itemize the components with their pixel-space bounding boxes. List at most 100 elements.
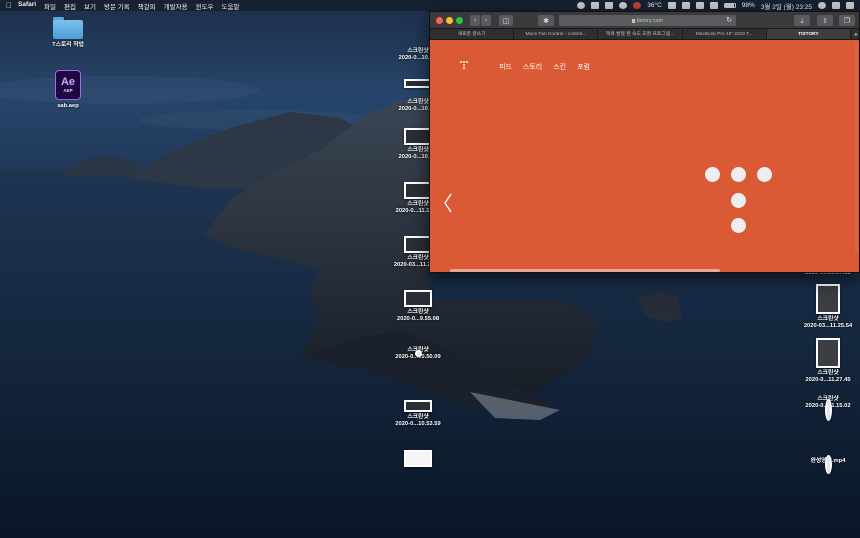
- screenshot-thumbnail: [816, 338, 840, 368]
- menu-items: Safari 파일 편집 보기 방문 기록 책갈피 개발자용 윈도우 도움말: [18, 1, 240, 11]
- share-icon: ⇧: [822, 17, 828, 25]
- screen-icon[interactable]: [591, 2, 600, 9]
- site-nav: 피드 스토리 스킨 포럼: [499, 62, 590, 72]
- menu-help[interactable]: 도움말: [222, 1, 240, 11]
- tab-new-post[interactable]: 새로운 글쓰기: [430, 29, 515, 39]
- menu-app-name[interactable]: Safari: [18, 1, 36, 11]
- desktop-icon-label: 2020-0...10.53.59: [395, 421, 441, 427]
- tab-macs-fan-control[interactable]: Macs Fan Control - control...: [514, 29, 599, 39]
- desktop-icon-label: 2020-03...11.25.54: [803, 323, 853, 329]
- desktop-icon-label: 스크린샷: [407, 147, 429, 153]
- bluetooth-icon[interactable]: [681, 2, 690, 9]
- safari-window: ‹ › ◫ ✱ tistory.com ↻ ⇣ ⇧ ❐ 새로운 글쓰기 Macs…: [429, 11, 860, 273]
- tab-overview-button[interactable]: ❐: [839, 15, 855, 26]
- safari-toolbar: ‹ › ◫ ✱ tistory.com ↻ ⇣ ⇧ ❐: [430, 12, 859, 29]
- desktop-icon-label: 스크린샷: [407, 309, 429, 315]
- desktop-video-file[interactable]: 완성영상.mp4: [796, 450, 860, 474]
- screenshot-thumbnail: [404, 182, 432, 199]
- forward-button[interactable]: ›: [481, 15, 491, 26]
- menu-history[interactable]: 방문 기록: [104, 1, 130, 11]
- desktop-icon-label: 스크린샷: [817, 370, 839, 376]
- fan-control-icon[interactable]: [633, 2, 642, 9]
- screenshot-thumbnail: [404, 400, 432, 412]
- clock[interactable]: 3월 2일 (월) 23:25: [761, 1, 812, 11]
- tab-fan-speed-program[interactable]: 맥북 발열 팬 속도 조절 프로그램...: [598, 29, 683, 39]
- logo-dot: [731, 167, 746, 182]
- extension-button[interactable]: ✱: [538, 15, 554, 26]
- siri-icon[interactable]: [832, 2, 840, 9]
- logo-dot: [757, 167, 772, 182]
- display-icon[interactable]: [667, 2, 676, 9]
- new-tab-button[interactable]: +: [851, 29, 859, 39]
- desktop-icon-label: T스토리 작업: [52, 42, 84, 48]
- screenshot-thumbnail: [404, 79, 432, 88]
- status-area: 36°C 98% 3월 2일 (월) 23:25: [577, 0, 854, 11]
- folder-icon: [53, 17, 83, 39]
- temperature-readout[interactable]: 36°C: [647, 2, 662, 9]
- address-bar[interactable]: tistory.com ↻: [559, 15, 736, 26]
- extension-icon: ✱: [543, 17, 549, 25]
- share-button[interactable]: ⇧: [817, 15, 833, 26]
- desktop-folder-tistory[interactable]: T스토리 작업: [36, 17, 100, 49]
- screenshot-thumbnail: [404, 128, 432, 145]
- screenshot-thumbnail: [824, 399, 832, 421]
- tab-tistory[interactable]: TISTORY: [766, 29, 852, 39]
- menu-bookmarks[interactable]: 책갈피: [138, 1, 156, 11]
- nav-forum[interactable]: 포럼: [577, 62, 590, 72]
- volume-icon[interactable]: [619, 2, 628, 9]
- screenshot-thumbnail: [404, 290, 432, 307]
- wifi-icon[interactable]: [605, 2, 614, 9]
- battery-percent[interactable]: 98%: [742, 2, 755, 9]
- notification-center-icon[interactable]: [846, 2, 854, 9]
- video-thumbnail: [824, 455, 832, 474]
- back-button[interactable]: ‹: [470, 15, 480, 26]
- plus-icon: +: [853, 30, 859, 39]
- battery-icon[interactable]: [723, 3, 736, 8]
- vertical-scrollbar[interactable]: [855, 42, 858, 252]
- tabs-icon: ❐: [843, 17, 851, 25]
- desktop-icon-label: 스크린샷: [407, 99, 429, 105]
- close-window-button[interactable]: [436, 17, 443, 24]
- menu-window[interactable]: 윈도우: [196, 1, 214, 11]
- nav-story[interactable]: 스토리: [523, 62, 542, 72]
- input-source-icon[interactable]: [695, 2, 704, 9]
- menu-develop[interactable]: 개발자용: [164, 1, 188, 11]
- desktop-screenshot[interactable]: 스크린샷 2020-0...11.15.02: [796, 394, 860, 421]
- screenshot-thumbnail: [414, 350, 422, 357]
- tistory-logo-icon[interactable]: [460, 61, 468, 71]
- chevron-left-icon[interactable]: [443, 193, 453, 213]
- sidebar-button[interactable]: ◫: [499, 15, 513, 26]
- desktop-screenshot[interactable]: [386, 450, 450, 469]
- status-icon[interactable]: [577, 2, 586, 9]
- screenshot-thumbnail: [816, 284, 840, 314]
- chevron-right-icon: ›: [484, 17, 488, 24]
- menu-edit[interactable]: 편집: [64, 1, 76, 11]
- logo-dot: [705, 167, 720, 182]
- desktop-icon-label: 스크린샷: [817, 316, 839, 322]
- keyboard-icon[interactable]: [709, 2, 718, 9]
- horizontal-scrollbar[interactable]: [450, 269, 720, 272]
- desktop-icon-label: 2020-0...11.27.45: [805, 377, 851, 383]
- sidebar-icon: ◫: [502, 17, 510, 25]
- reload-icon[interactable]: ↻: [726, 15, 732, 26]
- desktop-file-aep[interactable]: Ae AEP sab.aep: [36, 70, 100, 110]
- tab-macbook-pro[interactable]: MacBook Pro 16" 2019 T...: [683, 29, 767, 39]
- desktop-screenshot[interactable]: 스크린샷 2020-0...9.55.08: [386, 290, 450, 323]
- desktop-screenshot[interactable]: 스크린샷 2020-0...11.27.45: [796, 338, 860, 384]
- downloads-button[interactable]: ⇣: [794, 15, 810, 26]
- desktop-screenshot[interactable]: 스크린샷 2020-0...10.50.09: [386, 345, 450, 361]
- zoom-window-button[interactable]: [456, 17, 463, 24]
- chevron-left-icon: ‹: [473, 17, 477, 24]
- after-effects-icon: Ae AEP: [55, 70, 81, 100]
- nav-feed[interactable]: 피드: [499, 62, 512, 72]
- spotlight-icon[interactable]: [818, 2, 826, 9]
- menu-view[interactable]: 보기: [84, 1, 96, 11]
- menu-file[interactable]: 파일: [44, 1, 56, 11]
- apple-menu-icon[interactable]: : [0, 0, 18, 11]
- nav-skin[interactable]: 스킨: [553, 62, 566, 72]
- minimize-window-button[interactable]: [446, 17, 453, 24]
- logo-dot: [731, 218, 746, 233]
- desktop-screenshot[interactable]: 스크린샷 2020-0...10.53.59: [386, 400, 450, 428]
- desktop-screenshot[interactable]: 스크린샷 2020-03...11.25.54: [796, 284, 860, 330]
- tab-bar: 새로운 글쓰기 Macs Fan Control - control... 맥북…: [430, 29, 859, 40]
